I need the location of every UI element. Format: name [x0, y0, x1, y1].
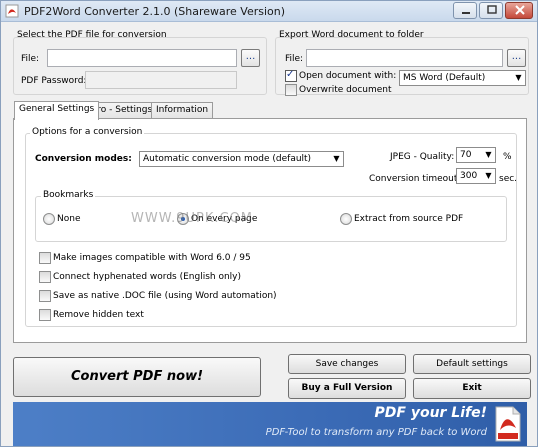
jpeg-quality-select[interactable]: 70 ▼	[456, 147, 496, 163]
overwrite-label: Overwrite document	[299, 85, 392, 95]
close-button[interactable]	[505, 2, 533, 19]
pdf-password-label: PDF Password:	[21, 76, 87, 86]
close-icon	[515, 5, 525, 15]
minimize-icon	[462, 12, 470, 14]
export-file-input[interactable]	[306, 49, 503, 67]
promo-banner[interactable]: PDF your Life! PDF-Tool to transform any…	[13, 402, 527, 446]
native-doc-checkbox[interactable]	[39, 290, 51, 302]
convert-pdf-button[interactable]: Convert PDF now!	[13, 357, 261, 397]
app-window: PDF2Word Converter 2.1.0 (Shareware Vers…	[0, 0, 538, 447]
pdf-app-icon	[5, 4, 19, 18]
bookmarks-extract-radio[interactable]	[340, 213, 352, 225]
bookmarks-none-label: None	[57, 214, 81, 224]
bookmarks-none-radio[interactable]	[43, 213, 55, 225]
tab-general-settings[interactable]: General Settings	[14, 101, 100, 120]
conversion-timeout-value: 300	[460, 171, 478, 181]
source-browse-button[interactable]: ...	[241, 49, 260, 67]
pdf-password-input[interactable]	[85, 71, 237, 89]
title-bar[interactable]: PDF2Word Converter 2.1.0 (Shareware Vers…	[1, 1, 537, 22]
open-with-checkbox[interactable]	[285, 69, 297, 82]
source-file-input[interactable]	[47, 49, 237, 67]
conversion-mode-select[interactable]: Automatic conversion mode (default) ▼	[139, 151, 344, 167]
minimize-button[interactable]	[453, 2, 477, 19]
open-with-value: MS Word (Default)	[403, 73, 486, 83]
overwrite-checkbox[interactable]	[285, 84, 297, 96]
open-with-label: Open document with:	[299, 71, 397, 81]
jpeg-quality-label: JPEG - Quality:	[390, 152, 455, 162]
jpeg-quality-unit: %	[503, 152, 512, 162]
source-group-label: Select the PDF file for conversion	[17, 30, 167, 40]
source-file-label: File:	[21, 54, 40, 64]
remove-hidden-text-label: Remove hidden text	[53, 310, 144, 320]
export-group-label: Export Word document to folder	[279, 30, 424, 40]
window-title: PDF2Word Converter 2.1.0 (Shareware Vers…	[24, 5, 286, 18]
default-settings-button[interactable]: Default settings	[413, 354, 531, 374]
export-browse-button[interactable]: ...	[507, 49, 526, 67]
open-with-select[interactable]: MS Word (Default) ▼	[399, 70, 526, 86]
chevron-down-icon: ▼	[485, 150, 492, 159]
conversion-timeout-unit: sec.	[499, 174, 518, 184]
buy-full-version-button[interactable]: Buy a Full Version	[288, 378, 406, 399]
compat-word6-checkbox[interactable]	[39, 252, 51, 264]
compat-word6-label: Make images compatible with Word 6.0 / 9…	[53, 253, 251, 263]
jpeg-quality-value: 70	[460, 150, 472, 160]
chevron-down-icon: ▼	[485, 171, 492, 180]
hyphenated-words-label: Connect hyphenated words (English only)	[53, 272, 242, 282]
maximize-icon	[487, 5, 497, 14]
pdf-document-icon	[495, 406, 521, 442]
remove-hidden-text-checkbox[interactable]	[39, 309, 51, 321]
hyphenated-words-checkbox[interactable]	[39, 271, 51, 283]
bookmarks-group-label: Bookmarks	[41, 190, 96, 200]
save-changes-button[interactable]: Save changes	[288, 354, 406, 374]
chevron-down-icon: ▼	[333, 154, 340, 163]
maximize-button[interactable]	[479, 2, 503, 19]
native-doc-label: Save as native .DOC file (using Word aut…	[53, 291, 277, 301]
export-file-label: File:	[285, 54, 304, 64]
conversion-timeout-label: Conversion timeout:	[369, 174, 461, 184]
bookmarks-extract-label: Extract from source PDF	[354, 214, 464, 224]
conversion-mode-value: Automatic conversion mode (default)	[143, 154, 312, 164]
conversion-modes-label: Conversion modes:	[35, 154, 132, 164]
watermark-text: WWW.9UPK.COM	[131, 211, 254, 226]
banner-subtitle: PDF-Tool to transform any PDF back to Wo…	[265, 427, 487, 438]
chevron-down-icon: ▼	[515, 73, 522, 82]
banner-title: PDF your Life!	[374, 405, 488, 421]
conversion-timeout-select[interactable]: 300 ▼	[456, 168, 496, 184]
options-group-label: Options for a conversion	[30, 127, 145, 137]
exit-button[interactable]: Exit	[413, 378, 531, 399]
tab-information[interactable]: Information	[151, 102, 214, 119]
